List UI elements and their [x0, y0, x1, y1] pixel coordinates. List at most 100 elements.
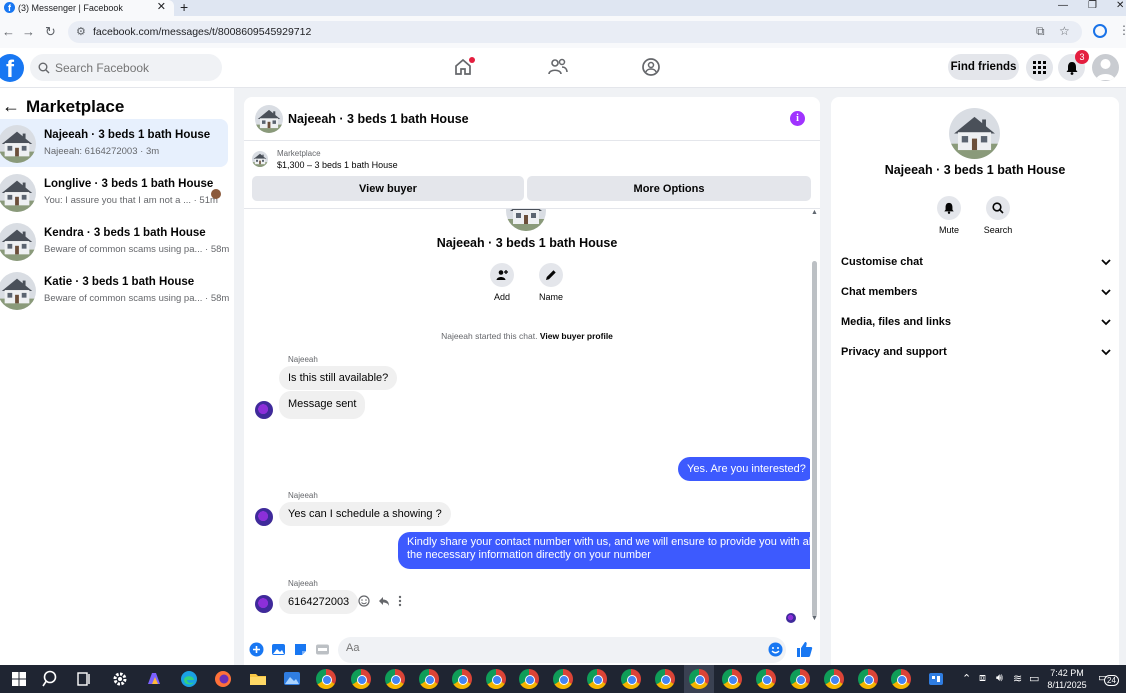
view-buyer-button[interactable]: View buyer	[252, 176, 524, 201]
file-explorer-icon[interactable]	[248, 669, 268, 689]
chrome-icon[interactable]	[519, 669, 539, 689]
find-friends-button[interactable]: Find friends	[948, 54, 1019, 80]
section-customise-chat[interactable]: Customise chat	[841, 252, 1111, 272]
chrome-icon[interactable]	[689, 669, 709, 689]
address-bar[interactable]: ⚙ facebook.com/messages/t/80086095459297…	[68, 21, 1082, 43]
chat-header-name[interactable]: Najeeah · 3 beds 1 bath House	[288, 112, 469, 126]
react-emoji-icon[interactable]	[358, 595, 370, 607]
conversation-item-longlive[interactable]: Longlive · 3 beds 1 bath House You: I as…	[0, 168, 228, 216]
facebook-logo-icon[interactable]: f	[0, 54, 24, 83]
store-app-icon[interactable]	[926, 669, 946, 689]
taskbar-clock[interactable]: 7:42 PM 8/11/2025	[1042, 667, 1092, 691]
reply-icon[interactable]	[378, 595, 390, 607]
menu-grid-button[interactable]	[1026, 54, 1053, 81]
sender-avatar[interactable]	[255, 401, 273, 419]
task-view-icon[interactable]	[74, 669, 94, 689]
window-close-icon[interactable]: ✕	[1116, 0, 1124, 11]
message-input[interactable]	[346, 642, 746, 654]
section-media-files-links[interactable]: Media, files and links	[841, 312, 1111, 332]
thread-scrollbar[interactable]: ▲ ▼	[810, 209, 820, 625]
chrome-icon[interactable]	[385, 669, 405, 689]
gallery-icon[interactable]	[271, 642, 286, 657]
chrome-icon[interactable]	[824, 669, 844, 689]
chrome-icon[interactable]	[891, 669, 911, 689]
taskbar-search-icon[interactable]	[41, 669, 61, 689]
scroll-down-arrow-icon[interactable]: ▼	[811, 615, 818, 622]
cast-icon[interactable]: ⧉	[1036, 24, 1045, 39]
plus-circle-icon[interactable]	[249, 642, 264, 657]
incoming-message[interactable]: Message sent	[279, 391, 366, 419]
thumbs-up-icon[interactable]	[796, 641, 813, 658]
site-settings-icon[interactable]: ⚙	[76, 25, 86, 38]
browser-profile-icon[interactable]	[1093, 24, 1107, 38]
search-in-chat-button[interactable]: Search	[973, 196, 1023, 235]
back-arrow-icon[interactable]: ←	[2, 96, 20, 117]
sticker-icon[interactable]	[293, 642, 308, 657]
chat-header-avatar[interactable]	[255, 105, 283, 133]
restore-icon[interactable]: ❐	[1088, 0, 1097, 11]
new-tab-button[interactable]: +	[180, 0, 188, 15]
chrome-icon[interactable]	[621, 669, 641, 689]
sender-avatar[interactable]	[255, 595, 273, 613]
chrome-icon[interactable]	[351, 669, 371, 689]
chrome-icon[interactable]	[655, 669, 675, 689]
edge-icon[interactable]	[179, 669, 199, 689]
groups-icon[interactable]	[640, 56, 662, 78]
facebook-search-input[interactable]	[55, 60, 215, 75]
reload-icon[interactable]: ↻	[45, 24, 56, 40]
photos-app-icon[interactable]	[282, 669, 302, 689]
back-arrow-icon[interactable]: ←	[2, 24, 15, 39]
battery-icon[interactable]: ▭	[1029, 672, 1039, 685]
chrome-icon[interactable]	[419, 669, 439, 689]
view-buyer-profile-link[interactable]: View buyer profile	[540, 331, 613, 341]
volume-icon[interactable]: 🔊︎	[996, 672, 1003, 685]
scrollbar-thumb[interactable]	[812, 261, 817, 617]
conversation-item-najeeah[interactable]: Najeeah · 3 beds 1 bath House Najeeah: 6…	[0, 119, 228, 167]
chrome-icon[interactable]	[858, 669, 878, 689]
chrome-icon[interactable]	[722, 669, 742, 689]
chrome-icon[interactable]	[587, 669, 607, 689]
account-avatar[interactable]	[1092, 54, 1119, 81]
message-input-box[interactable]	[338, 637, 786, 663]
chrome-icon[interactable]	[553, 669, 573, 689]
bookmark-star-icon[interactable]: ☆	[1059, 24, 1070, 38]
minimize-icon[interactable]: —	[1058, 0, 1068, 11]
section-privacy-support[interactable]: Privacy and support	[841, 342, 1111, 362]
message-thread[interactable]: Najeeah · 3 beds 1 bath House Add Name N…	[244, 209, 810, 623]
copilot-icon[interactable]	[144, 669, 164, 689]
incoming-message[interactable]: Yes can I schedule a showing ?	[279, 502, 451, 526]
chrome-icon[interactable]	[756, 669, 776, 689]
conversation-item-katie[interactable]: Katie · 3 beds 1 bath House Beware of co…	[0, 266, 229, 314]
outgoing-message[interactable]: Yes. Are you interested?	[678, 457, 810, 481]
browser-menu-icon[interactable]: ⋮	[1118, 23, 1126, 37]
section-chat-members[interactable]: Chat members	[841, 282, 1111, 302]
info-icon[interactable]: i	[790, 111, 805, 126]
sender-avatar[interactable]	[255, 508, 273, 526]
scroll-up-arrow-icon[interactable]: ▲	[811, 209, 818, 216]
more-dots-icon[interactable]	[398, 595, 402, 607]
forward-arrow-icon[interactable]: →	[22, 24, 35, 39]
conversation-item-kendra[interactable]: Kendra · 3 beds 1 bath House Beware of c…	[0, 217, 229, 265]
outgoing-message[interactable]: Kindly share your contact number with us…	[398, 532, 810, 569]
firefox-icon[interactable]	[213, 669, 233, 689]
chrome-icon[interactable]	[316, 669, 336, 689]
settings-gear-icon[interactable]	[110, 669, 130, 689]
chrome-icon[interactable]	[486, 669, 506, 689]
tray-chevron-up-icon[interactable]: ⌃	[962, 672, 971, 685]
incoming-message[interactable]: 6164272003	[279, 590, 359, 614]
friends-icon[interactable]	[547, 56, 569, 78]
emoji-icon[interactable]	[768, 642, 783, 657]
mute-button[interactable]: Mute	[924, 196, 974, 235]
gif-icon[interactable]	[315, 642, 330, 657]
wifi-icon[interactable]: ≋	[1013, 672, 1022, 685]
facebook-search[interactable]	[30, 54, 222, 81]
tab-close-icon[interactable]: ✕	[157, 0, 166, 13]
browser-tab-messenger[interactable]: f (3) Messenger | Facebook ✕	[0, 0, 174, 16]
tray-meet-icon[interactable]: ⧈	[979, 672, 986, 685]
notification-center-icon[interactable]: ▭ 24	[1098, 671, 1119, 686]
chrome-icon[interactable]	[452, 669, 472, 689]
incoming-message[interactable]: Is this still available?	[279, 366, 398, 390]
windows-start-icon[interactable]	[9, 669, 29, 689]
name-chat-button[interactable]: Name	[521, 263, 581, 302]
more-options-button[interactable]: More Options	[527, 176, 811, 201]
